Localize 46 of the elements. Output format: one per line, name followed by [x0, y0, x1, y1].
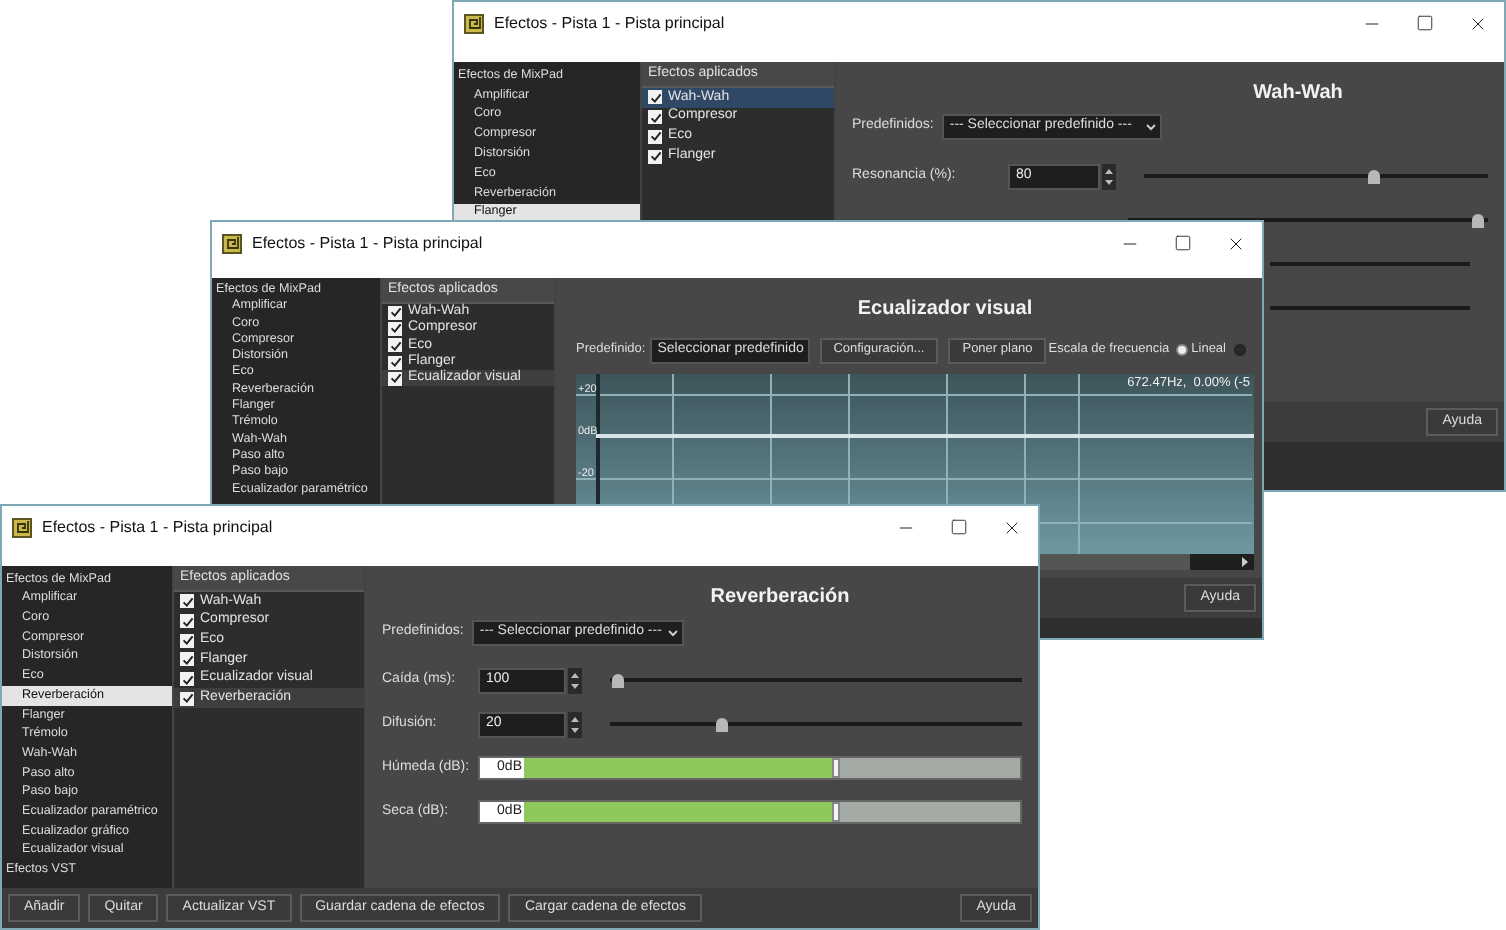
- level-handle[interactable]: [832, 802, 841, 822]
- close-icon[interactable]: [1002, 518, 1022, 538]
- checkbox[interactable]: [180, 652, 194, 667]
- slider-thumb[interactable]: [715, 718, 728, 732]
- app-icon: [222, 234, 242, 254]
- checkbox[interactable]: [388, 305, 402, 320]
- app-icon: [12, 518, 32, 538]
- checkbox[interactable]: [648, 129, 662, 144]
- radio-button[interactable]: [1175, 344, 1188, 356]
- effect-title: Ecualizador visual: [855, 296, 1035, 324]
- slider-thumb[interactable]: [1368, 170, 1381, 184]
- horizontal-scrollbar[interactable]: [1038, 554, 1254, 570]
- radio-button[interactable]: [1234, 344, 1246, 356]
- slider-thumb[interactable]: [612, 674, 625, 688]
- checkbox[interactable]: [180, 614, 194, 629]
- level-handle[interactable]: [832, 758, 841, 778]
- window-title: Efectos - Pista 1 - Pista principal: [252, 234, 483, 254]
- slider[interactable]: [610, 672, 1022, 688]
- spin-arrows-icon[interactable]: [568, 667, 582, 693]
- checkbox[interactable]: [388, 371, 402, 386]
- effect-title: Wah-Wah: [1251, 80, 1345, 106]
- maximize-icon[interactable]: [1416, 14, 1434, 32]
- checkbox[interactable]: [648, 110, 662, 125]
- checkbox[interactable]: [648, 149, 662, 164]
- app-icon: [464, 14, 484, 34]
- window-title: Efectos - Pista 1 - Pista principal: [42, 518, 273, 538]
- maximize-icon[interactable]: [950, 518, 968, 536]
- checkbox[interactable]: [648, 90, 662, 105]
- effect-title: Reverberación: [708, 584, 852, 612]
- close-icon[interactable]: [1468, 14, 1488, 34]
- checkbox[interactable]: [388, 321, 402, 336]
- maximize-icon[interactable]: [1174, 234, 1192, 252]
- checkbox[interactable]: [180, 633, 194, 648]
- checkbox[interactable]: [180, 691, 194, 706]
- slider-thumb[interactable]: [1471, 214, 1484, 228]
- checkbox[interactable]: [180, 594, 194, 609]
- window-title: Efectos - Pista 1 - Pista principal: [494, 14, 725, 34]
- spin-arrows-icon[interactable]: [568, 711, 582, 737]
- checkbox[interactable]: [388, 355, 402, 370]
- checkbox[interactable]: [388, 338, 402, 353]
- checkbox[interactable]: [180, 672, 194, 687]
- spin-arrows-icon[interactable]: [1102, 163, 1116, 189]
- chevron-down-icon: [1143, 119, 1158, 133]
- close-icon[interactable]: [1226, 234, 1246, 254]
- chevron-down-icon: [665, 625, 680, 639]
- scroll-right-icon[interactable]: [1240, 556, 1250, 568]
